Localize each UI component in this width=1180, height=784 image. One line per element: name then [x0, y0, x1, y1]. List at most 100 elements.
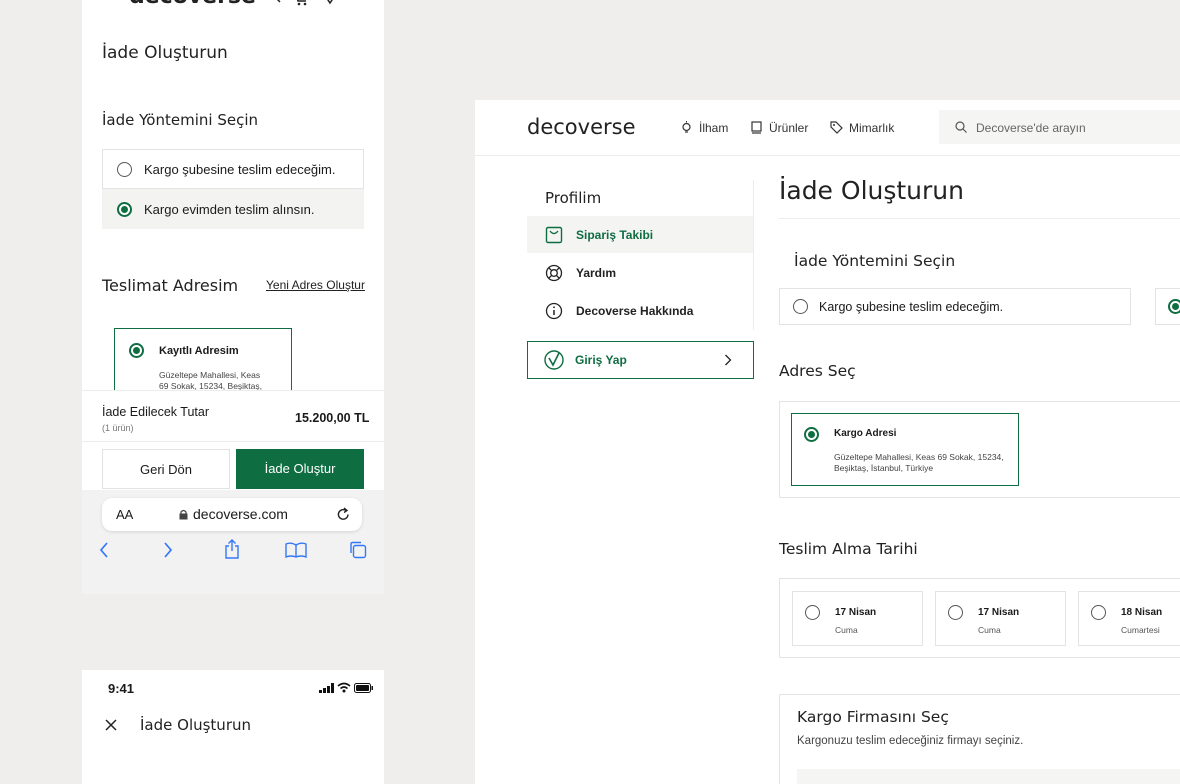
courier-subtitle: Kargonuzu teslim edeceğiniz firmayı seçi… [797, 735, 1024, 747]
back-button[interactable]: Geri Dön [102, 449, 230, 489]
status-time: 9:41 [108, 681, 135, 696]
info-icon [545, 302, 563, 320]
address-card-line1: Güzeltepe Mahallesi, Keas 69 Sokak, 1523… [834, 452, 1004, 462]
url-text: decoverse.com [193, 506, 288, 522]
nav-item-mimarlik[interactable]: Mimarlık [849, 121, 894, 135]
battery-icon [354, 683, 374, 693]
refund-sub: (1 ürün) [102, 423, 134, 433]
date-option[interactable]: 17 Nisan Cuma [792, 591, 923, 646]
forward-arrow-icon[interactable] [163, 542, 173, 558]
address-card-title: Kargo Adresi [834, 428, 897, 439]
new-address-link[interactable]: Yeni Adres Oluştur [266, 278, 365, 292]
header: decoverse İlham Ürünler Mimarlık Decover… [475, 100, 1180, 156]
address-card[interactable]: Kargo Adresi Güzeltepe Mahallesi, Keas 6… [791, 413, 1019, 486]
address-title: Adres Seç [779, 362, 856, 380]
radio-icon [805, 605, 820, 620]
login-button[interactable]: Giriş Yap [527, 341, 754, 379]
method-option-label: Kargo şubesine teslim edeceğim. [144, 162, 336, 177]
address-card-line1: Güzeltepe Mahallesi, Keas [159, 370, 261, 380]
radio-selected-icon [129, 343, 144, 358]
method-option-home[interactable]: Kargo evimden teslim alınsın. [102, 189, 364, 229]
refund-label: İade Edilecek Tutar [102, 405, 210, 419]
radio-selected-icon [804, 427, 819, 442]
title-divider [779, 218, 1180, 219]
sidebar-item-hakkinda[interactable]: Decoverse Hakkında [527, 292, 753, 329]
nav-item-ilham[interactable]: İlham [699, 121, 728, 135]
date-option-day: Cuma [835, 625, 858, 635]
address-card-title: Kayıtlı Adresim [159, 345, 239, 357]
address-card-line2: Beşiktaş, İstanbul, Türkiye [834, 463, 934, 473]
method-option-label: Kargo şubesine teslim edeceğim. [819, 300, 1004, 314]
share-icon[interactable] [224, 539, 240, 559]
wifi-icon [337, 682, 351, 693]
products-icon [751, 121, 762, 134]
radio-selected-icon [1168, 299, 1180, 314]
signal-icon [319, 683, 334, 693]
radio-icon [793, 299, 808, 314]
lock-icon [179, 509, 188, 520]
lifebuoy-icon [545, 264, 563, 282]
create-return-button[interactable]: İade Oluştur [236, 449, 364, 489]
courier-title: Kargo Firmasını Seç [797, 708, 949, 726]
date-option-date: 17 Nisan [978, 607, 1020, 618]
date-option-date: 17 Nisan [835, 607, 877, 618]
menu-icon[interactable] [98, 0, 114, 4]
close-icon[interactable] [105, 719, 117, 731]
login-label: Giriş Yap [575, 353, 627, 367]
method-title: İade Yöntemini Seçin [794, 252, 956, 270]
mobile-return-screen-2: 9:41 İade Oluşturun [82, 670, 384, 784]
brand-logo[interactable]: decoverse [129, 0, 256, 9]
address-section: Kargo Adresi Güzeltepe Mahallesi, Keas 6… [779, 401, 1180, 498]
user-icon[interactable] [350, 0, 366, 6]
back-arrow-icon[interactable] [99, 542, 109, 558]
shopping-bag-icon [545, 226, 563, 244]
search-placeholder: Decoverse'de arayın [976, 121, 1086, 135]
date-option[interactable]: 18 Nisan Cumartesi [1078, 591, 1180, 646]
search-input[interactable]: Decoverse'de arayın [939, 110, 1180, 144]
date-option-day: Cumartesi [1121, 625, 1160, 635]
desktop-return-screen: decoverse İlham Ürünler Mimarlık Decover… [475, 100, 1180, 784]
chevron-right-icon [724, 354, 732, 366]
text-size-button[interactable]: AA [116, 507, 133, 522]
brand-logo[interactable]: decoverse [527, 115, 636, 139]
bookmarks-icon[interactable] [285, 542, 307, 558]
courier-section: Kargo Firmasını Seç Kargonuzu teslim ede… [779, 694, 1180, 784]
search-icon[interactable] [264, 0, 282, 4]
method-option-branch[interactable]: Kargo şubesine teslim edeceğim. [779, 288, 1131, 325]
date-option[interactable]: 17 Nisan Cuma [935, 591, 1066, 646]
refund-summary: İade Edilecek Tutar (1 ürün) 15.200,00 T… [82, 390, 384, 442]
tag-icon [830, 121, 843, 134]
sidebar-item-label: Sipariş Takibi [576, 228, 654, 242]
reload-icon[interactable] [336, 507, 351, 522]
heart-icon[interactable] [322, 0, 338, 6]
method-title: İade Yöntemini Seçin [102, 111, 258, 129]
method-option-label: Kargo evimden teslim alınsın. [144, 202, 315, 217]
browser-bar: AA decoverse.com [82, 490, 384, 594]
sidebar-item-label: Decoverse Hakkında [576, 304, 694, 318]
page-title: İade Oluşturun [102, 43, 228, 63]
radio-icon [117, 162, 132, 177]
page-title: İade Oluşturun [140, 716, 251, 734]
method-option-home[interactable] [1155, 288, 1180, 325]
page-title: İade Oluşturun [779, 176, 964, 205]
sidebar-item-yardim[interactable]: Yardım [527, 254, 753, 291]
lightbulb-icon [680, 121, 693, 135]
address-card[interactable]: Kayıtlı Adresim Güzeltepe Mahallesi, Kea… [114, 328, 292, 398]
decoverse-check-icon [544, 350, 564, 370]
address-bar[interactable]: AA decoverse.com [102, 498, 362, 531]
mobile-return-screen: decoverse İade Oluşturun İade Yöntemini … [82, 0, 384, 594]
tabs-icon[interactable] [349, 541, 367, 559]
date-option-day: Cuma [978, 625, 1001, 635]
cart-icon[interactable] [293, 0, 309, 6]
sidebar-item-siparis-takibi[interactable]: Sipariş Takibi [527, 216, 753, 253]
sidebar-divider [753, 180, 754, 330]
nav-item-urunler[interactable]: Ürünler [769, 121, 808, 135]
sidebar-item-label: Yardım [576, 266, 617, 280]
method-option-branch[interactable]: Kargo şubesine teslim edeceğim. [102, 149, 364, 189]
date-option-date: 18 Nisan [1121, 607, 1163, 618]
refund-amount: 15.200,00 TL [295, 411, 370, 425]
date-title: Teslim Alma Tarihi [779, 540, 918, 558]
radio-icon [948, 605, 963, 620]
radio-icon [1091, 605, 1106, 620]
courier-option[interactable] [797, 769, 1180, 784]
